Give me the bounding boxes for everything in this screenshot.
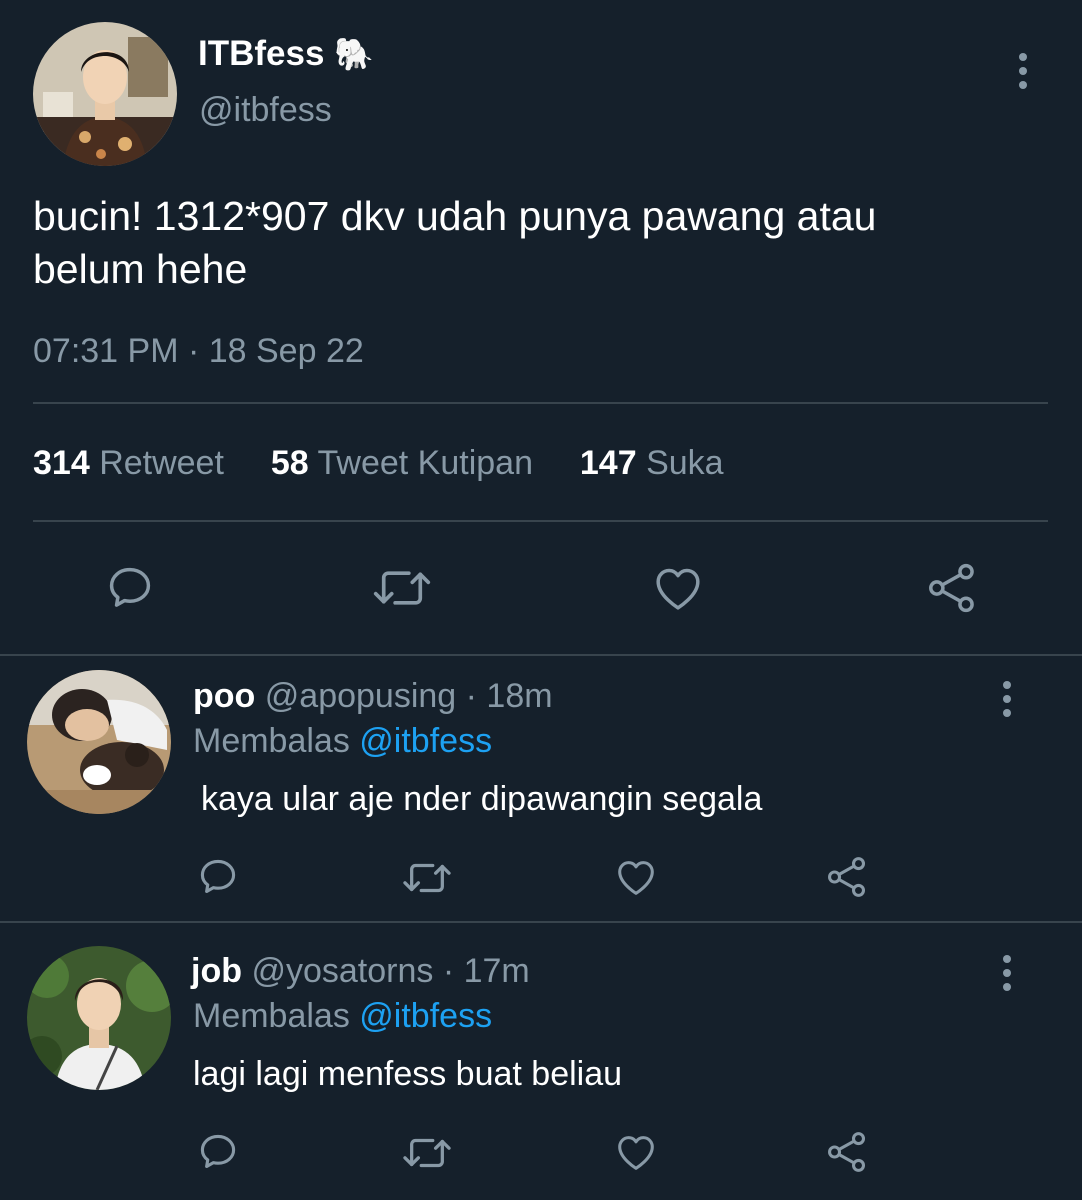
more-vertical-icon[interactable]: [1002, 955, 1012, 997]
divider: [33, 520, 1048, 522]
replying-to-link[interactable]: @itbfess: [359, 997, 492, 1035]
quote-stat[interactable]: 58 Tweet Kutipan: [271, 444, 533, 482]
reply-text: kaya ular aje nder dipawangin segala: [201, 780, 763, 818]
more-vertical-icon[interactable]: [1018, 53, 1028, 95]
author-name-row[interactable]: ITBfess 🐘: [198, 34, 374, 74]
author-display-name: ITBfess: [198, 34, 325, 73]
tweet-stats: 314 Retweet 58 Tweet Kutipan 147 Suka: [33, 444, 724, 483]
reply-time[interactable]: · 18m: [466, 677, 553, 715]
divider: [0, 921, 1082, 923]
quote-count: 58: [270, 444, 309, 482]
tweet-text: bucin! 1312*907 dkv udah punya pawang at…: [33, 190, 876, 296]
like-icon[interactable]: [613, 854, 659, 900]
reply-author-handle[interactable]: @apopusing: [265, 677, 456, 715]
reply-time[interactable]: · 17m: [443, 952, 530, 990]
retweet-stat[interactable]: 314 Retweet: [33, 444, 224, 482]
reply-author-name[interactable]: poo: [193, 677, 255, 715]
quote-label: Tweet Kutipan: [317, 444, 533, 482]
share-icon[interactable]: [824, 854, 870, 900]
retweet-label: Retweet: [99, 444, 224, 482]
like-icon[interactable]: [613, 1129, 659, 1175]
replying-to: Membalas @itbfess: [193, 997, 492, 1036]
more-vertical-icon[interactable]: [1002, 681, 1012, 723]
replying-to-link[interactable]: @itbfess: [359, 722, 492, 760]
author-handle[interactable]: @itbfess: [199, 91, 332, 130]
like-label: Suka: [646, 444, 724, 482]
like-stat[interactable]: 147 Suka: [580, 444, 724, 482]
reply-avatar[interactable]: [27, 946, 171, 1090]
divider: [33, 402, 1048, 404]
reply-text: lagi lagi menfess buat beliau: [193, 1055, 623, 1093]
share-icon[interactable]: [924, 560, 980, 616]
retweet-count: 314: [33, 444, 90, 482]
replying-to: Membalas @itbfess: [193, 722, 492, 761]
replying-to-label: Membalas: [193, 722, 350, 760]
reply-header: job @yosatorns · 17m: [191, 952, 530, 991]
retweet-icon[interactable]: [370, 560, 434, 616]
author-avatar[interactable]: [33, 22, 177, 166]
reply-icon[interactable]: [196, 1130, 240, 1174]
retweet-icon[interactable]: [400, 1130, 454, 1176]
reply-author-handle[interactable]: @yosatorns: [251, 952, 433, 990]
share-icon[interactable]: [824, 1129, 870, 1175]
like-count: 147: [579, 444, 637, 482]
reply-avatar[interactable]: [27, 670, 171, 814]
tweet-text-line: bucin! 1312*907 dkv udah punya pawang at…: [33, 193, 877, 239]
like-icon[interactable]: [650, 560, 706, 616]
reply-icon[interactable]: [104, 562, 156, 614]
tweet-timestamp[interactable]: 07:31 PM · 18 Sep 22: [33, 332, 364, 371]
retweet-icon[interactable]: [400, 855, 454, 901]
tweet-text-line: belum hehe: [33, 246, 248, 292]
reply-header: poo @apopusing · 18m: [193, 677, 553, 716]
reply-author-name[interactable]: job: [191, 952, 242, 990]
reply-icon[interactable]: [196, 855, 240, 899]
elephant-emoji-icon: 🐘: [334, 36, 375, 72]
divider: [0, 654, 1082, 656]
replying-to-label: Membalas: [193, 997, 350, 1035]
